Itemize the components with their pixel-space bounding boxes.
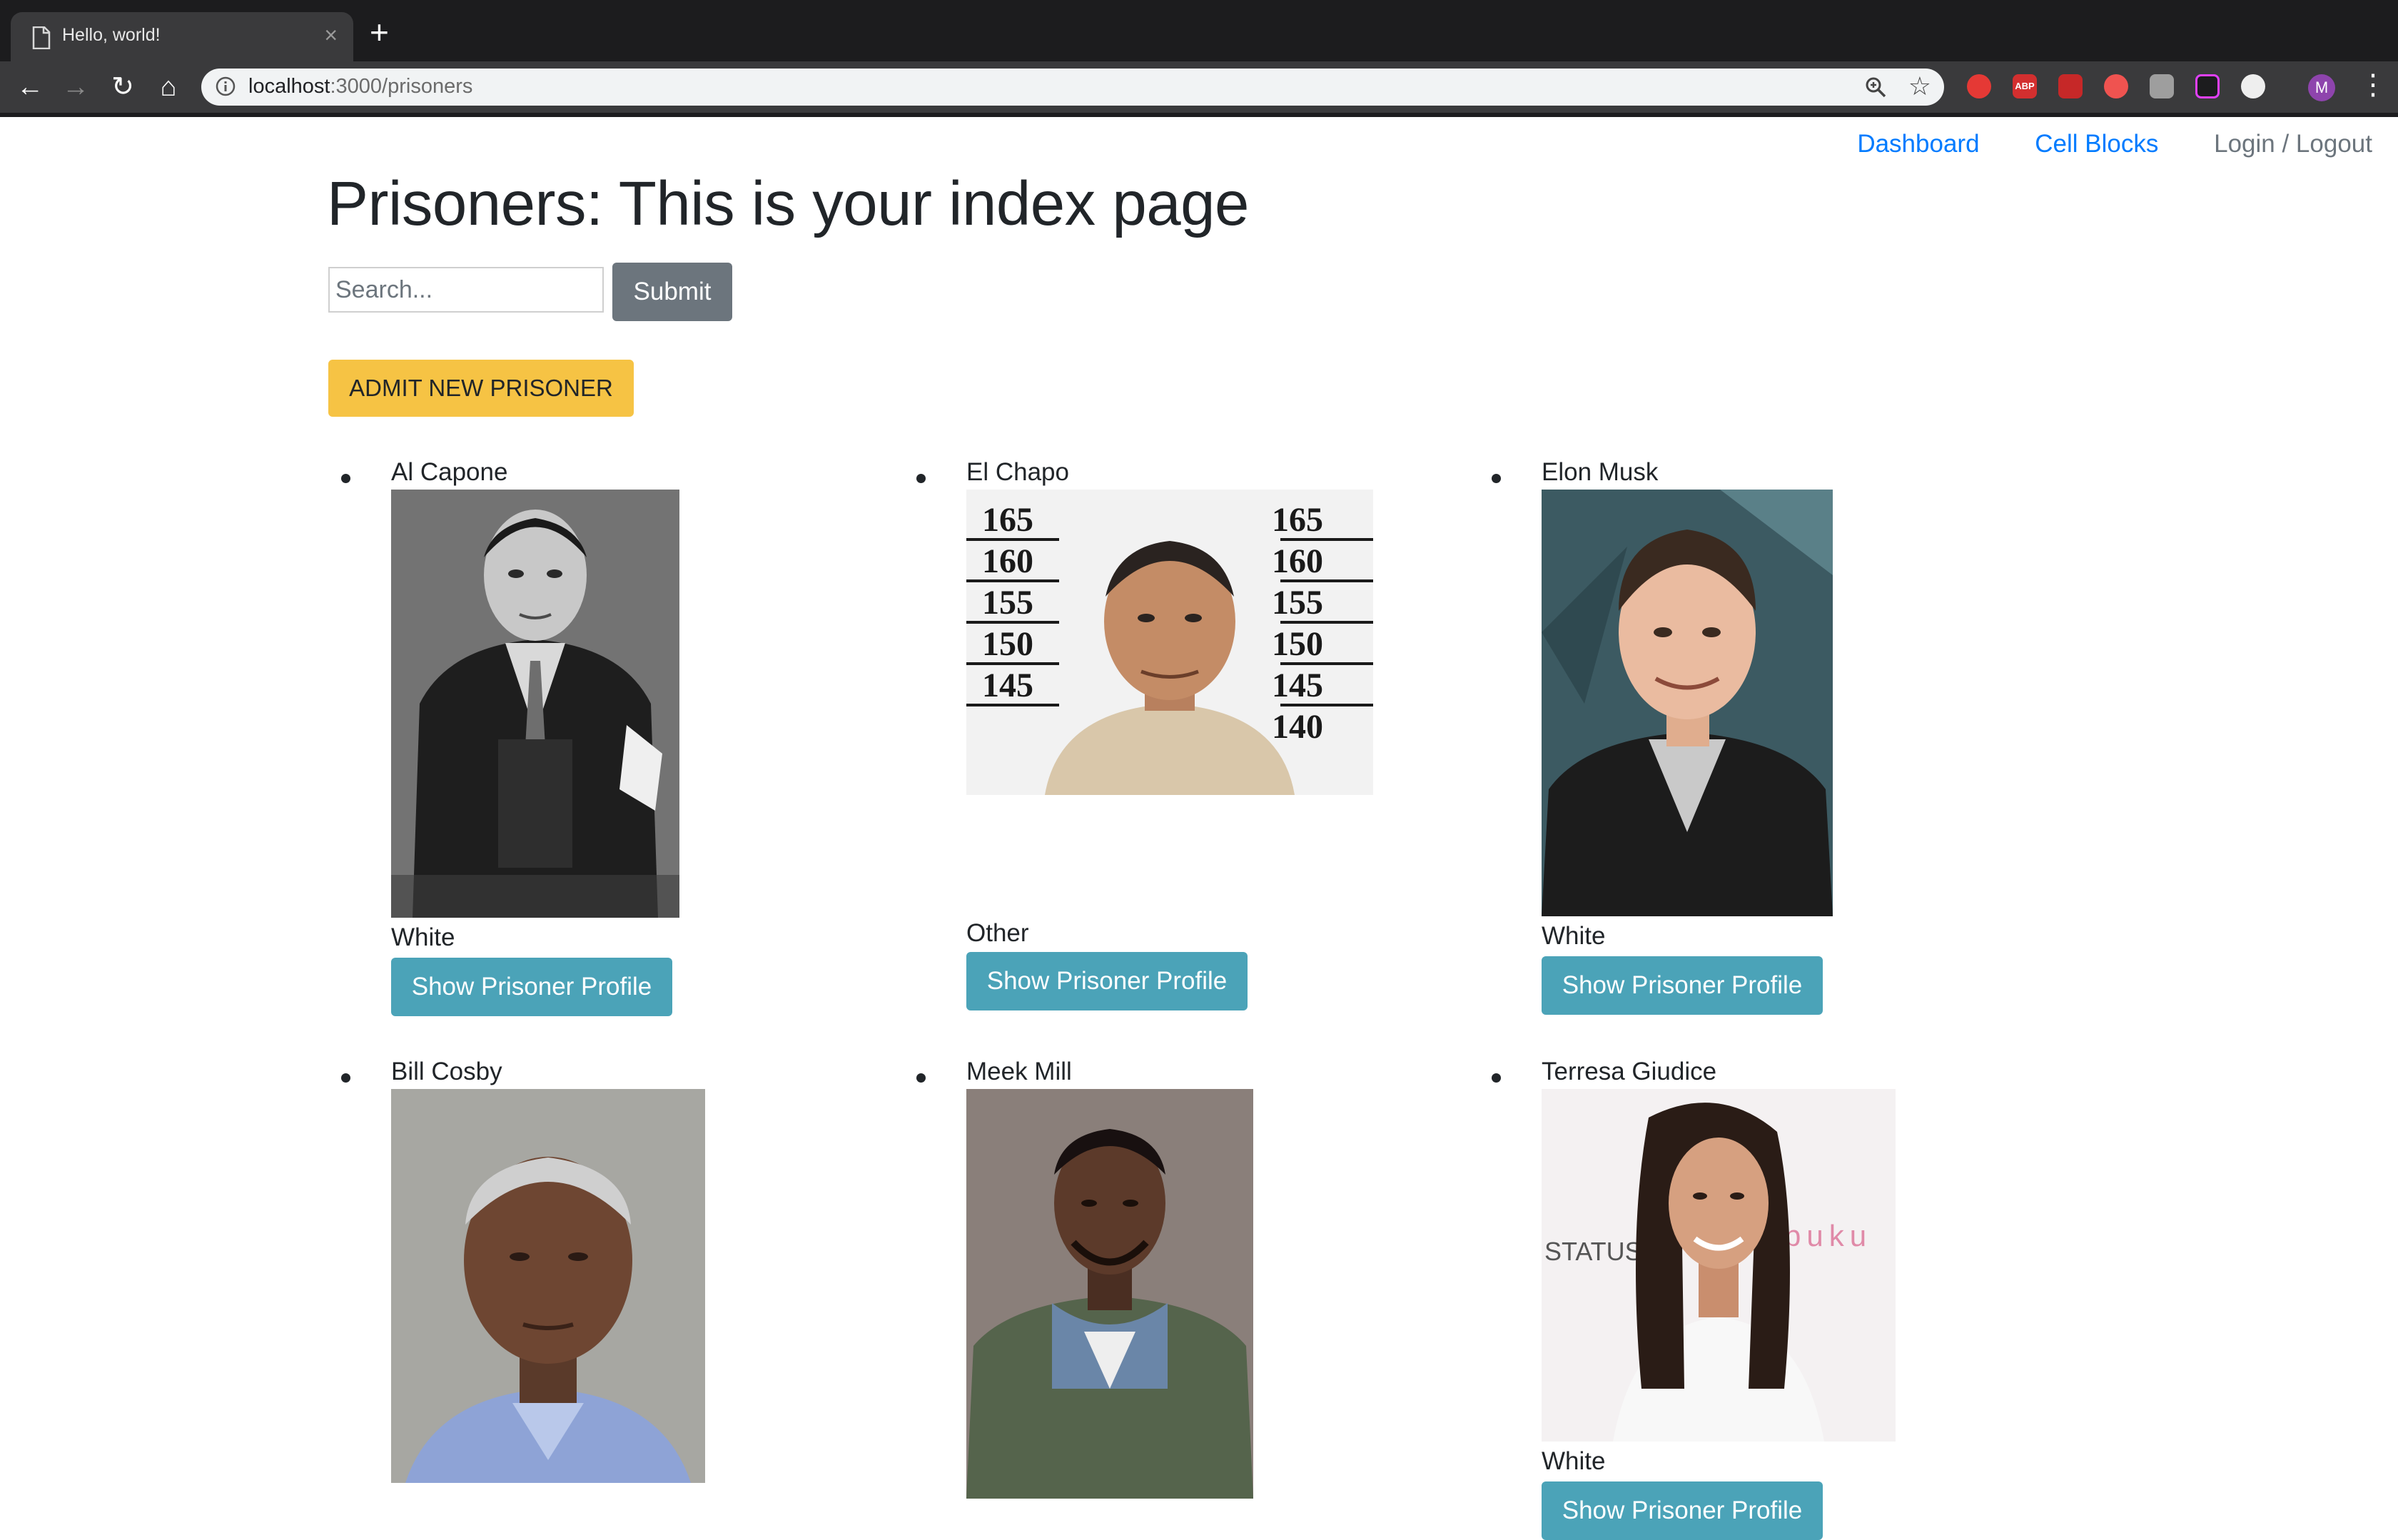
prisoner-photo — [1542, 490, 1833, 916]
address-bar[interactable]: localhost:3000/prisoners ☆ — [201, 69, 1944, 106]
prisoner-photo: STATUS puku — [1542, 1089, 1896, 1442]
prisoner-photo-graphic — [966, 1089, 1253, 1499]
prisoner-name: Elon Musk — [1542, 458, 1659, 486]
show-prisoner-profile-button[interactable]: Show Prisoner Profile — [966, 952, 1248, 1010]
extension-shield-icon[interactable] — [2058, 74, 2083, 98]
list-bullet — [916, 1073, 926, 1083]
url-path: :3000/prisoners — [330, 75, 473, 98]
height-chart-label: 155 — [982, 584, 1033, 622]
page-content: Dashboard Cell Blocks Login / Logout Pri… — [0, 117, 2398, 1540]
extension-gray-icon[interactable] — [2150, 74, 2174, 98]
prisoner-card: Terresa Giudice STATUS puku White Show P… — [1492, 1058, 2034, 1540]
backdrop-text: STATUS — [1544, 1237, 1642, 1266]
nav-login-logout-link[interactable]: Login / Logout — [2214, 130, 2372, 158]
height-chart-label: 140 — [1272, 708, 1323, 746]
zoom-icon[interactable] — [1864, 76, 1887, 98]
height-chart-label: 165 — [1272, 501, 1323, 539]
profile-avatar[interactable]: M — [2308, 74, 2335, 101]
prisoner-card: El Chapo 165 160 155 150 145 165 160 155… — [916, 458, 1459, 1029]
prisoner-race: White — [1542, 1447, 1606, 1475]
extension-red-shield-icon[interactable] — [2104, 74, 2128, 98]
prisoner-photo — [391, 1089, 705, 1483]
height-chart-label: 160 — [982, 542, 1033, 580]
prisoner-name: Terresa Giudice — [1542, 1058, 1717, 1085]
prisoner-race: Other — [966, 919, 1029, 947]
show-prisoner-profile-button[interactable]: Show Prisoner Profile — [1542, 956, 1823, 1015]
list-bullet — [916, 474, 926, 483]
prisoner-photo — [391, 490, 679, 918]
info-icon[interactable] — [216, 76, 236, 96]
prisoner-card: Elon Musk White Show Prisoner Profile — [1492, 458, 2034, 1136]
extension-color-frame-icon[interactable] — [2195, 74, 2220, 98]
prisoner-photo-graphic — [391, 1089, 705, 1483]
prisoner-photo-graphic — [1542, 490, 1833, 916]
submit-button[interactable]: Submit — [612, 263, 732, 321]
document-icon — [32, 26, 51, 49]
prisoner-card: Bill Cosby — [341, 1058, 884, 1500]
list-bullet — [341, 1073, 350, 1083]
height-chart-label: 145 — [1272, 667, 1323, 704]
admit-new-prisoner-button[interactable]: ADMIT NEW PRISONER — [328, 360, 634, 417]
bookmark-star-icon[interactable]: ☆ — [1908, 71, 1931, 101]
top-nav: Dashboard Cell Blocks Login / Logout — [1808, 130, 2372, 158]
search-input[interactable] — [328, 267, 604, 313]
adblock-plus-icon[interactable]: ABP — [2013, 74, 2037, 98]
nav-dashboard-link[interactable]: Dashboard — [1857, 130, 1979, 158]
nav-cell-blocks-link[interactable]: Cell Blocks — [2035, 130, 2158, 158]
height-chart-label: 160 — [1272, 542, 1323, 580]
prisoner-race: White — [1542, 922, 1606, 950]
list-bullet — [1492, 1073, 1501, 1083]
extension-stop-icon[interactable] — [1967, 74, 1991, 98]
list-bullet — [1492, 474, 1501, 483]
prisoner-photo-graphic — [391, 490, 679, 918]
new-tab-icon[interactable]: + — [370, 16, 389, 49]
height-chart-label: 150 — [1272, 625, 1323, 663]
close-tab-icon[interactable]: × — [324, 22, 338, 49]
prisoner-name: Al Capone — [391, 458, 508, 486]
prisoner-photo-graphic: STATUS puku — [1542, 1089, 1896, 1442]
show-prisoner-profile-button[interactable]: Show Prisoner Profile — [1542, 1481, 1823, 1540]
back-icon[interactable]: ← — [11, 69, 49, 106]
url-text: localhost:3000/prisoners — [248, 75, 472, 98]
prisoner-card: Al Capone White Show Prisoner Profile — [341, 458, 884, 1136]
page-title: Prisoners: This is your index page — [327, 169, 1249, 238]
show-prisoner-profile-button[interactable]: Show Prisoner Profile — [391, 958, 672, 1016]
list-bullet — [341, 474, 350, 483]
browser-tab[interactable]: Hello, world! × — [11, 12, 353, 61]
height-chart-label: 155 — [1272, 584, 1323, 622]
browser-menu-icon[interactable]: ⋮ — [2359, 69, 2387, 101]
tab-title: Hello, world! — [62, 25, 161, 45]
prisoner-name: Meek Mill — [966, 1058, 1072, 1085]
prisoner-photo-graphic: 165 160 155 150 145 165 160 155 150 145 … — [966, 490, 1373, 795]
height-chart-label: 150 — [982, 625, 1033, 663]
height-chart-label: 165 — [982, 501, 1033, 539]
backdrop-text: puku — [1784, 1219, 1872, 1252]
url-host: localhost — [248, 75, 330, 98]
forward-icon[interactable]: → — [57, 69, 94, 106]
extension-circle-icon[interactable] — [2241, 74, 2265, 98]
prisoner-race: White — [391, 923, 455, 951]
home-icon[interactable]: ⌂ — [150, 69, 187, 106]
prisoner-card: Meek Mill — [916, 1058, 1459, 1500]
prisoner-name: Bill Cosby — [391, 1058, 502, 1085]
browser-tab-strip: Hello, world! × + — [0, 0, 2398, 61]
prisoner-name: El Chapo — [966, 458, 1069, 486]
prisoner-photo — [966, 1089, 1253, 1499]
height-chart-label: 145 — [982, 667, 1033, 704]
prisoner-photo: 165 160 155 150 145 165 160 155 150 145 … — [966, 490, 1373, 795]
reload-icon[interactable]: ↻ — [104, 69, 141, 106]
